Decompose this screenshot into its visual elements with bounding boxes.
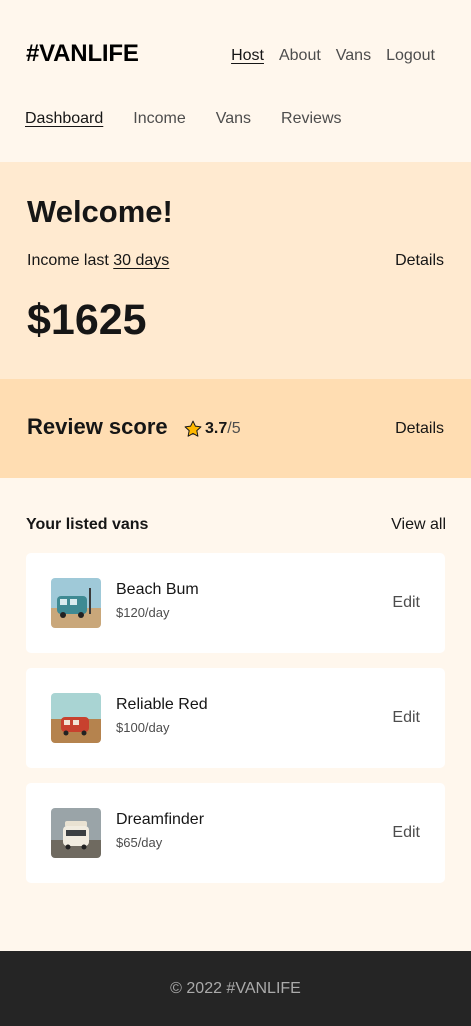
review-title: Review score	[27, 414, 168, 439]
van-thumbnail	[51, 693, 101, 743]
edit-van-button[interactable]: Edit	[392, 824, 420, 842]
income-details-link[interactable]: Details	[395, 252, 444, 270]
site-footer: © 2022 #VANLIFE	[0, 951, 471, 1026]
nav-logout[interactable]: Logout	[386, 47, 435, 65]
income-label-prefix: Income last	[27, 252, 109, 269]
edit-van-button[interactable]: Edit	[392, 594, 420, 612]
van-thumbnail	[51, 808, 101, 858]
host-subnav: Dashboard Income Vans Reviews	[25, 110, 342, 128]
review-details-link[interactable]: Details	[395, 420, 444, 438]
nav-host[interactable]: Host	[231, 47, 264, 65]
edit-van-button[interactable]: Edit	[392, 709, 420, 727]
site-logo[interactable]: #VANLIFE	[26, 40, 139, 68]
review-section: Review score 3.7 /5 Details	[0, 379, 471, 478]
van-price: $65/day	[116, 835, 163, 850]
van-card[interactable]: Beach Bum $120/day Edit	[26, 553, 445, 653]
footer-copyright: © 2022 #VANLIFE	[170, 979, 301, 997]
welcome-heading: Welcome!	[27, 194, 173, 229]
van-price: $120/day	[116, 605, 170, 620]
tab-dashboard[interactable]: Dashboard	[25, 110, 103, 128]
nav-vans[interactable]: Vans	[336, 47, 371, 65]
star-icon	[184, 420, 202, 437]
van-card[interactable]: Dreamfinder $65/day Edit	[26, 783, 445, 883]
site-header: #VANLIFE Host About Vans Logout	[0, 0, 471, 100]
income-section: Welcome! Income last 30 days Details $16…	[0, 162, 471, 379]
income-range-link[interactable]: 30 days	[113, 252, 169, 269]
tab-reviews[interactable]: Reviews	[281, 110, 341, 128]
view-all-link[interactable]: View all	[391, 516, 446, 534]
van-name: Dreamfinder	[116, 811, 205, 828]
listed-vans-title: Your listed vans	[26, 516, 149, 533]
review-score: 3.7 /5	[183, 419, 241, 439]
van-name: Beach Bum	[116, 581, 199, 598]
listed-vans-header: Your listed vans View all	[26, 516, 446, 534]
review-score-max: /5	[227, 420, 241, 437]
review-score-value: 3.7	[205, 420, 228, 437]
tab-vans[interactable]: Vans	[216, 110, 251, 128]
tab-income[interactable]: Income	[133, 110, 185, 128]
van-card[interactable]: Reliable Red $100/day Edit	[26, 668, 445, 768]
nav-about[interactable]: About	[279, 47, 321, 65]
main-nav: Host About Vans Logout	[231, 47, 435, 65]
income-amount: $1625	[27, 296, 147, 344]
van-price: $100/day	[116, 720, 170, 735]
van-thumbnail	[51, 578, 101, 628]
income-period-label: Income last 30 days	[27, 252, 169, 270]
van-name: Reliable Red	[116, 696, 208, 713]
